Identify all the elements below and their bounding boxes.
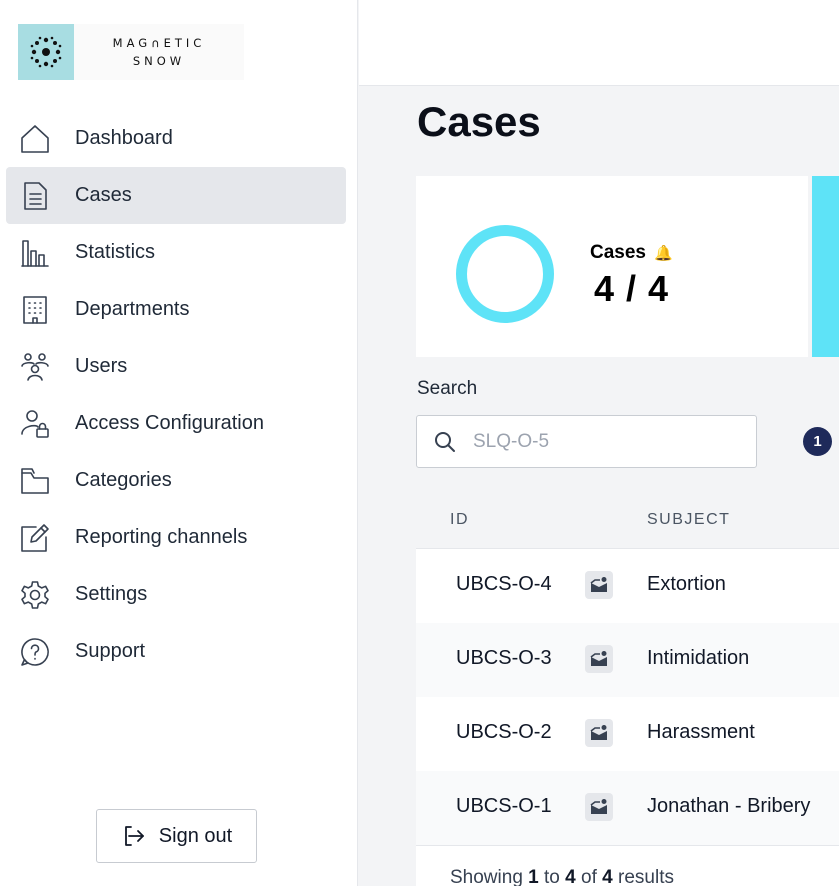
logo-text: MAG∩ETIC SNOW bbox=[74, 34, 244, 70]
sidebar-item-label: Dashboard bbox=[75, 127, 173, 149]
search-icon bbox=[435, 431, 455, 452]
help-icon bbox=[18, 635, 52, 669]
logo[interactable]: MAG∩ETIC SNOW bbox=[18, 24, 244, 80]
cases-stat-card[interactable]: Cases 🔔 4 / 4 bbox=[416, 176, 808, 357]
case-id: UBCS-O-1 bbox=[456, 795, 552, 817]
sidebar-item-label: Settings bbox=[75, 583, 148, 605]
sidebar-item-settings[interactable]: Settings bbox=[6, 566, 346, 623]
table-header: ID SUBJECT bbox=[416, 491, 839, 549]
sidebar-item-label: Access Configuration bbox=[75, 412, 264, 434]
sidebar-item-label: Support bbox=[75, 640, 146, 662]
gear-icon bbox=[18, 578, 52, 612]
page-title: Cases bbox=[417, 98, 541, 145]
sidebar-nav: Dashboard Cases Statistics Departments U… bbox=[6, 110, 346, 680]
summary-prefix: Showing bbox=[450, 867, 523, 886]
table-footer: Showing 1 to 4 of 4 results bbox=[416, 845, 839, 886]
cases-table: ID SUBJECT UBCS-O-4 Extortion UBCS-O-3 I… bbox=[416, 491, 839, 886]
case-subject: Intimidation bbox=[647, 647, 750, 669]
case-id: UBCS-O-3 bbox=[456, 647, 552, 669]
summary-total: 4 bbox=[602, 867, 613, 886]
logo-line1: MAG∩ETIC bbox=[112, 36, 206, 50]
summary-suffix: results bbox=[618, 867, 674, 886]
inbox-icon bbox=[585, 645, 613, 673]
logo-line2: SNOW bbox=[132, 54, 186, 68]
next-stat-card[interactable] bbox=[812, 176, 839, 357]
inbox-icon bbox=[585, 571, 613, 599]
case-subject: Harassment bbox=[647, 721, 755, 743]
search-field[interactable] bbox=[416, 415, 757, 468]
bell-icon: 🔔 bbox=[654, 245, 673, 262]
case-id: UBCS-O-2 bbox=[456, 721, 552, 743]
summary-to-word: to bbox=[544, 867, 560, 886]
inbox-icon bbox=[585, 793, 613, 821]
summary-of-word: of bbox=[581, 867, 597, 886]
home-icon bbox=[18, 122, 52, 156]
column-header-subject[interactable]: SUBJECT bbox=[647, 511, 730, 529]
sidebar-item-statistics[interactable]: Statistics bbox=[6, 224, 346, 281]
sidebar-item-label: Users bbox=[75, 355, 128, 377]
progress-ring bbox=[456, 225, 554, 323]
search-label: Search bbox=[417, 378, 478, 399]
sidebar-item-label: Categories bbox=[75, 469, 172, 491]
users-icon bbox=[18, 350, 52, 384]
search-input[interactable] bbox=[473, 430, 713, 453]
sign-out-icon bbox=[124, 826, 144, 846]
snowflake-logo-icon bbox=[18, 24, 74, 80]
sidebar-item-label: Cases bbox=[75, 184, 132, 206]
sidebar-item-cases[interactable]: Cases bbox=[6, 167, 346, 224]
stat-label: Cases bbox=[590, 242, 646, 263]
building-icon bbox=[18, 293, 52, 327]
top-bar bbox=[359, 0, 839, 86]
edit-icon bbox=[18, 521, 52, 555]
sidebar-item-access-configuration[interactable]: Access Configuration bbox=[6, 395, 346, 452]
table-row[interactable]: UBCS-O-1 Jonathan - Bribery bbox=[416, 771, 839, 845]
stat-label-row: Cases 🔔 bbox=[590, 242, 673, 264]
sidebar-item-departments[interactable]: Departments bbox=[6, 281, 346, 338]
table-row[interactable]: UBCS-O-2 Harassment bbox=[416, 697, 839, 771]
inbox-icon bbox=[585, 719, 613, 747]
sign-out-label: Sign out bbox=[158, 824, 233, 847]
pagination-summary: Showing 1 to 4 of 4 results bbox=[450, 867, 674, 886]
sidebar-item-users[interactable]: Users bbox=[6, 338, 346, 395]
table-row[interactable]: UBCS-O-4 Extortion bbox=[416, 549, 839, 623]
case-subject: Jonathan - Bribery bbox=[647, 795, 811, 817]
sign-out-button[interactable]: Sign out bbox=[96, 809, 257, 863]
filter-count-badge[interactable]: 1 bbox=[803, 427, 832, 456]
sidebar-item-categories[interactable]: Categories bbox=[6, 452, 346, 509]
sidebar: MAG∩ETIC SNOW Dashboard Cases Statistics bbox=[0, 0, 358, 886]
case-subject: Extortion bbox=[647, 573, 726, 595]
sidebar-item-label: Departments bbox=[75, 298, 190, 320]
stat-value: 4 / 4 bbox=[594, 268, 670, 309]
sidebar-item-reporting-channels[interactable]: Reporting channels bbox=[6, 509, 346, 566]
table-row[interactable]: UBCS-O-3 Intimidation bbox=[416, 623, 839, 697]
sidebar-item-dashboard[interactable]: Dashboard bbox=[6, 110, 346, 167]
document-icon bbox=[18, 179, 52, 213]
summary-to: 4 bbox=[565, 867, 576, 886]
sidebar-item-label: Reporting channels bbox=[75, 526, 248, 548]
column-header-id[interactable]: ID bbox=[450, 511, 469, 529]
bar-chart-icon bbox=[18, 236, 52, 270]
sidebar-item-label: Statistics bbox=[75, 241, 156, 263]
summary-from: 1 bbox=[528, 867, 539, 886]
case-id: UBCS-O-4 bbox=[456, 573, 552, 595]
user-lock-icon bbox=[18, 407, 52, 441]
sidebar-item-support[interactable]: Support bbox=[6, 623, 346, 680]
folder-icon bbox=[18, 464, 52, 498]
